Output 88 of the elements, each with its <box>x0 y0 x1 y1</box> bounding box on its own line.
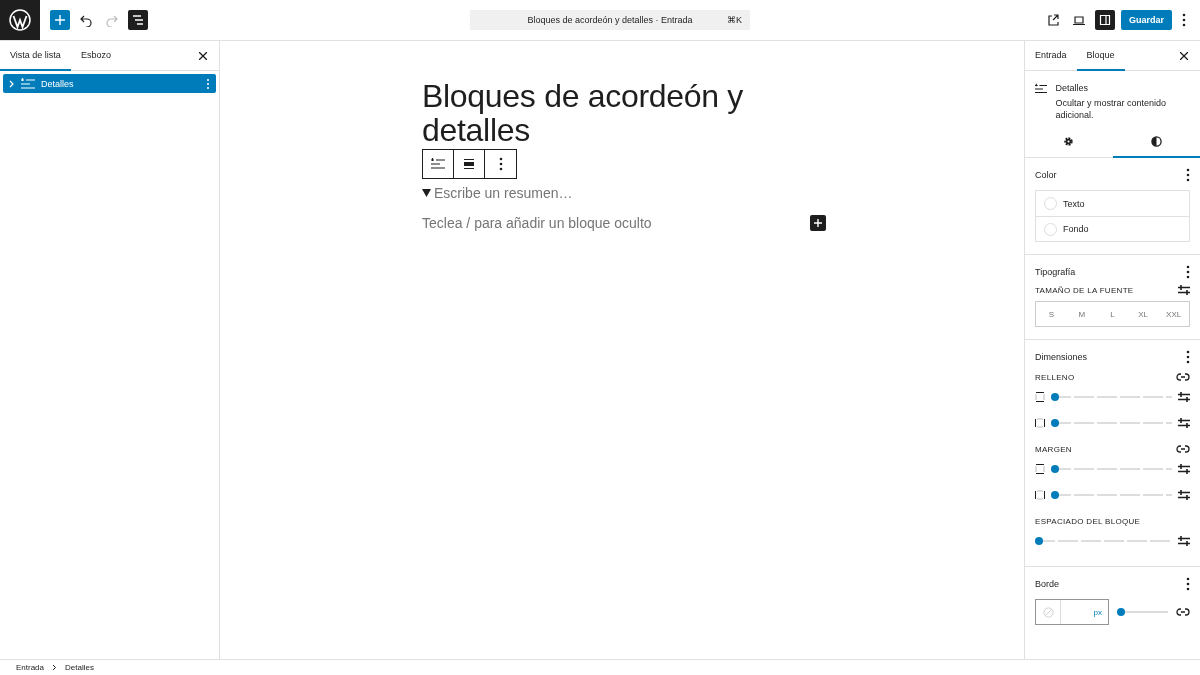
settings-icon <box>1063 136 1075 147</box>
slider[interactable] <box>1051 465 1172 473</box>
slider-thumb[interactable] <box>1035 537 1043 545</box>
panel-tab[interactable]: Entrada <box>1025 41 1077 71</box>
sliders-icon[interactable] <box>1178 463 1190 475</box>
list-icon <box>431 158 445 170</box>
more-icon[interactable] <box>1186 265 1190 279</box>
slider[interactable] <box>1117 608 1168 616</box>
sliders-icon[interactable] <box>1178 417 1190 429</box>
block-description: Ocultar y mostrar contenido adicional. <box>1055 97 1167 121</box>
block-placeholder[interactable]: Teclea / para añadir un bloque oculto <box>422 215 652 231</box>
undo-icon <box>80 13 92 27</box>
section-title: Tipografía <box>1035 267 1076 277</box>
side-icon <box>1035 392 1045 402</box>
list-icon <box>21 77 35 90</box>
shortcut-label: ⌘K <box>727 15 742 25</box>
add-block-button[interactable] <box>810 215 826 231</box>
color-option[interactable]: Fondo <box>1036 216 1189 241</box>
more-icon[interactable] <box>1186 577 1190 591</box>
slider[interactable] <box>1035 537 1172 545</box>
block-name: Detalles <box>1055 83 1089 93</box>
slider[interactable] <box>1051 419 1172 427</box>
more-icon[interactable] <box>498 157 503 171</box>
slider[interactable] <box>1051 393 1172 401</box>
field-label: MARGEN <box>1035 444 1072 454</box>
section-title: Borde <box>1035 579 1060 589</box>
side-icon <box>1035 418 1045 428</box>
more-icon[interactable] <box>1186 168 1190 182</box>
panel-tab[interactable]: Bloque <box>1076 41 1125 71</box>
triangle-icon <box>422 189 431 197</box>
slider-thumb[interactable] <box>1051 465 1059 473</box>
link-icon[interactable] <box>1176 607 1190 617</box>
color-option[interactable]: Texto <box>1036 191 1189 216</box>
size-option[interactable]: S <box>1036 302 1067 326</box>
plus-icon <box>54 13 66 27</box>
slider-thumb[interactable] <box>1117 608 1125 616</box>
toolbar-button[interactable] <box>128 10 148 30</box>
slider-thumb[interactable] <box>1051 419 1059 427</box>
breadcrumb-link[interactable]: Entrada <box>16 663 45 672</box>
laptop-icon <box>1073 13 1085 27</box>
summary-field[interactable]: Escribe un resumen… <box>422 185 842 201</box>
list-item[interactable]: Detalles <box>3 74 216 93</box>
slider[interactable] <box>1051 491 1172 499</box>
chevron-icon <box>52 664 58 671</box>
align-icon <box>463 159 475 169</box>
size-option[interactable]: L <box>1097 302 1128 326</box>
redo-icon <box>106 13 118 27</box>
field-label: TAMAÑO DE LA FUENTE <box>1035 285 1134 295</box>
field-label: RELLENO <box>1035 372 1075 382</box>
list-icon <box>132 13 144 27</box>
border-width-field[interactable]: px <box>1035 599 1109 625</box>
close-icon <box>199 51 207 60</box>
external-link-icon <box>1047 13 1059 27</box>
size-option[interactable]: M <box>1066 302 1098 326</box>
no-color-icon <box>1042 606 1054 618</box>
side-icon <box>1035 490 1045 500</box>
contrast-icon <box>1150 136 1162 147</box>
save-button[interactable]: Guardar <box>1121 10 1172 30</box>
more-icon[interactable] <box>1182 13 1186 27</box>
sliders-icon[interactable] <box>1178 489 1190 501</box>
link-icon[interactable] <box>1176 444 1190 454</box>
sliders-icon[interactable] <box>1178 391 1190 403</box>
chevron-icon <box>9 79 15 88</box>
list-icon <box>1035 83 1048 95</box>
unit-label: px <box>1092 606 1103 619</box>
more-icon[interactable] <box>1186 350 1190 364</box>
command-bar[interactable]: Bloques de acordeón y detalles · Entrada ⌘K <box>470 10 750 30</box>
breadcrumb-link[interactable]: Detalles <box>65 663 94 672</box>
toolbar-button[interactable] <box>1095 10 1115 30</box>
slider-thumb[interactable] <box>1051 491 1059 499</box>
sliders-icon[interactable] <box>1178 284 1190 296</box>
logo-icon[interactable] <box>0 0 40 40</box>
link-icon[interactable] <box>1176 372 1190 382</box>
slider-thumb[interactable] <box>1051 393 1059 401</box>
section-title: Color <box>1035 170 1057 180</box>
post-title[interactable]: Bloques de acordeón y detalles <box>422 79 842 147</box>
section-title: Dimensiones <box>1035 352 1088 362</box>
item-label: Detalles <box>41 78 74 89</box>
panel-tab[interactable]: Vista de lista <box>0 41 71 71</box>
panel-tab[interactable]: Esbozo <box>70 41 121 71</box>
close-icon <box>1180 51 1188 60</box>
side-icon <box>1035 464 1045 474</box>
plus-icon <box>814 219 822 227</box>
size-option[interactable]: XXL <box>1158 302 1189 326</box>
sidebar-icon <box>1099 13 1111 27</box>
sliders-icon[interactable] <box>1178 535 1190 547</box>
size-option[interactable]: XL <box>1127 302 1159 326</box>
field-label: ESPACIADO DEL BLOQUE <box>1035 516 1141 526</box>
